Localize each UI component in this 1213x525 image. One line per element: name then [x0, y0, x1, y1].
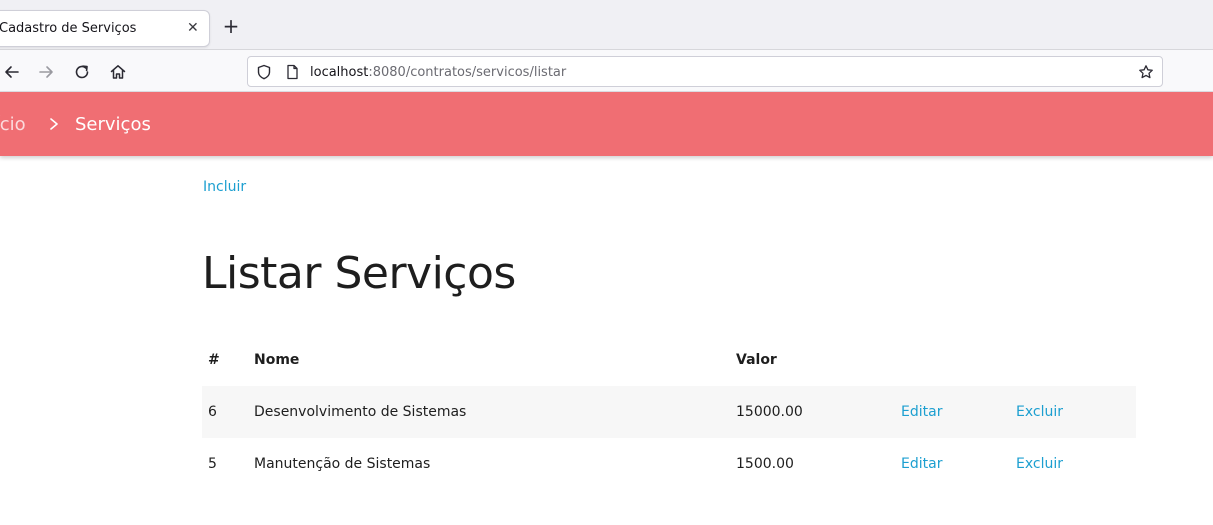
- bookmark-star-icon[interactable]: [1138, 64, 1154, 80]
- url-path: :8080/contratos/servicos/listar: [368, 65, 567, 80]
- delete-link[interactable]: Excluir: [1016, 456, 1063, 472]
- row-name: Manutenção de Sistemas: [254, 456, 431, 472]
- row-delete-cell: Excluir: [1016, 386, 1136, 438]
- row-value: 15000.00: [736, 386, 901, 438]
- column-header-delete: [1016, 334, 1136, 386]
- table-row: 5 Manutenção de Sistemas 1500.00 Editar …: [202, 438, 1136, 490]
- url-text: localhost:8080/contratos/servicos/listar: [310, 65, 566, 80]
- close-icon[interactable]: ✕: [187, 20, 199, 36]
- row-id: 6: [202, 386, 254, 438]
- shield-icon[interactable]: [256, 64, 272, 80]
- column-header-name: Nome: [254, 352, 300, 368]
- row-value: 1500.00: [736, 456, 794, 472]
- breadcrumb-current: Serviços: [75, 114, 151, 135]
- column-header-value: Valor: [736, 352, 777, 368]
- address-bar[interactable]: localhost:8080/contratos/servicos/listar: [247, 56, 1163, 87]
- forward-arrow-icon[interactable]: [36, 62, 56, 82]
- row-delete-cell: Excluir: [1016, 438, 1136, 490]
- delete-link[interactable]: Excluir: [1016, 404, 1063, 420]
- home-icon[interactable]: [108, 62, 128, 82]
- browser-tab[interactable]: Cadastro de Serviços ✕: [0, 10, 210, 47]
- services-table: # Nome Valor 6 Desenvolvimento de Sistem…: [202, 334, 1136, 490]
- browser-nav-bar: localhost:8080/contratos/servicos/listar: [0, 50, 1213, 92]
- browser-tab-strip: Cadastro de Serviços ✕ +: [0, 0, 1213, 50]
- url-host: localhost: [310, 65, 369, 80]
- chevron-right-icon: [50, 118, 58, 130]
- edit-link[interactable]: Editar: [901, 456, 942, 472]
- column-header-id: #: [208, 352, 220, 368]
- page-icon[interactable]: [284, 64, 300, 80]
- reload-icon[interactable]: [72, 62, 92, 82]
- column-header-edit: [901, 334, 1016, 386]
- include-link[interactable]: Incluir: [203, 179, 246, 195]
- app-header: Início Serviços: [0, 92, 1213, 156]
- table-header-row: # Nome Valor: [202, 334, 1136, 386]
- row-edit-cell: Editar: [901, 438, 1016, 490]
- row-edit-cell: Editar: [901, 386, 1016, 438]
- table-row: 6 Desenvolvimento de Sistemas 15000.00 E…: [202, 386, 1136, 438]
- page-title: Listar Serviços: [202, 248, 516, 299]
- tab-title: Cadastro de Serviços: [0, 21, 137, 36]
- breadcrumb-home[interactable]: Início: [0, 114, 26, 135]
- row-name: Desenvolvimento de Sistemas: [254, 386, 736, 438]
- edit-link[interactable]: Editar: [901, 404, 942, 420]
- row-id: 5: [208, 456, 217, 472]
- back-arrow-icon[interactable]: [2, 62, 22, 82]
- plus-icon[interactable]: +: [222, 16, 240, 36]
